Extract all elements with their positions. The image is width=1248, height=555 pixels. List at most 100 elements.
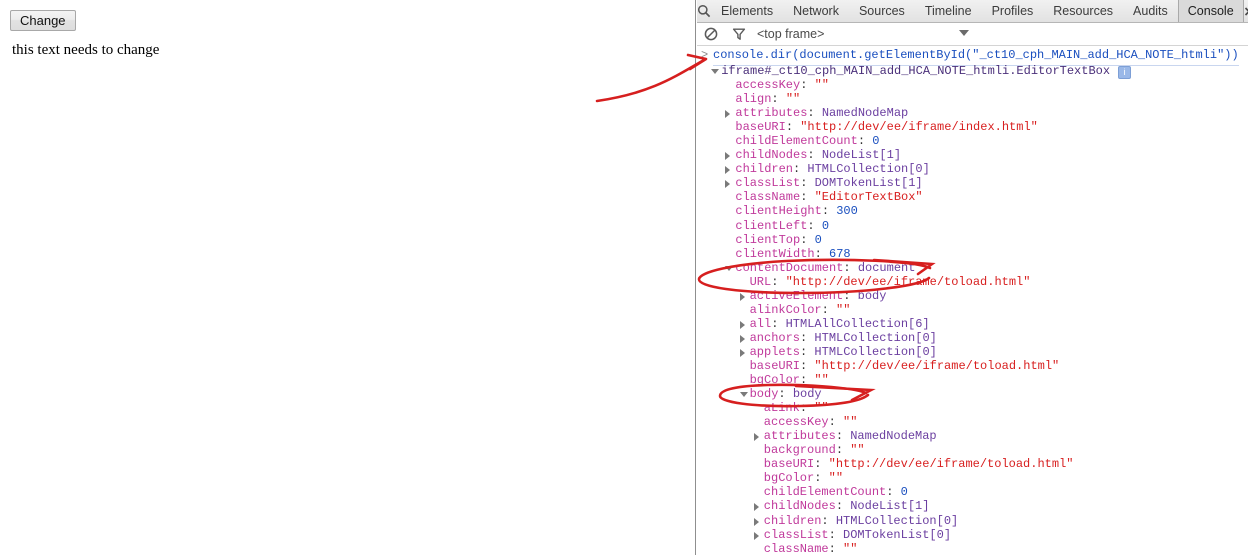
devtools-filterbar: <top frame> [697,23,1248,46]
search-icon[interactable] [697,0,711,22]
tab-resources[interactable]: Resources [1043,0,1123,22]
console-property-row[interactable]: childNodeschildNodes: NodeList[1] [697,148,1248,162]
property-value: alinkColor: "" [821,302,851,317]
disclosure-triangle-closed-icon[interactable] [753,433,759,442]
console-property-row[interactable]: clientTopclientTop: 0 [697,233,1248,247]
console-property-row[interactable]: contentDocumentcontentDocument: document [697,261,1248,275]
property-value: className: "" [828,541,858,555]
property-name: iframe#_ct10_cph_MAIN_add_HCA_NOTE_htmli… [721,64,1111,78]
console-property-row[interactable]: bgColorbgColor: "" [697,373,1248,387]
property-value: applets: HTMLCollection[0] [800,344,937,359]
disclosure-triangle-closed-icon[interactable] [725,180,731,189]
console-property-row[interactable]: alinkColoralinkColor: "" [697,303,1248,317]
property-value: accessKey: "" [800,78,830,93]
property-value: aLink: "" [799,401,829,416]
console-property-row[interactable]: baseURIbaseURI: "http://dev/ee/iframe/in… [697,120,1248,134]
page-body-text: this text needs to change [12,42,160,58]
console-property-row[interactable]: clientLeftclientLeft: 0 [697,219,1248,233]
console-property-row[interactable]: URLURL: "http://dev/ee/iframe/toload.htm… [697,275,1248,289]
console-property-row[interactable]: appletsapplets: HTMLCollection[0] [697,345,1248,359]
console-command-row[interactable]: > console.dir(document.getElementById("_c… [697,47,1248,66]
property-value: baseURI: "http://dev/ee/iframe/toload.ht… [814,457,1074,472]
frame-selector[interactable]: <top frame> [757,27,824,41]
console-property-row[interactable]: allall: HTMLAllCollection[6] [697,317,1248,331]
tab-timeline[interactable]: Timeline [915,0,982,22]
console-property-row[interactable]: childrenchildren: HTMLCollection[0] [697,162,1248,176]
tab-sources[interactable]: Sources [849,0,915,22]
tab-console[interactable]: Console [1177,0,1244,22]
console-property-row[interactable]: classNameclassName: "" [697,542,1248,555]
property-value: childNodes: NodeList[1] [807,148,902,163]
property-value: contentDocument: document [843,260,916,275]
disclosure-triangle-open-icon[interactable] [711,69,720,74]
disclosure-triangle-closed-icon[interactable] [753,503,759,512]
property-value: all: HTMLAllCollection[6] [771,316,930,331]
disclosure-triangle-closed-icon[interactable] [753,517,759,526]
property-value: attributes: NamedNodeMap [835,429,937,444]
console-drawer-icon[interactable] [1244,0,1248,22]
property-value: classList: DOMTokenList[0] [828,527,952,542]
console-property-row[interactable]: accessKeyaccessKey: "" [697,415,1248,429]
change-button[interactable]: Change [10,10,76,31]
tab-audits[interactable]: Audits [1123,0,1178,22]
property-value: accessKey: "" [828,415,858,430]
console-property-row[interactable]: childrenchildren: HTMLCollection[0] [697,514,1248,528]
console-property-row[interactable]: iframe#_ct10_cph_MAIN_add_HCA_NOTE_htmli… [697,64,1248,79]
console-property-row[interactable]: anchorsanchors: HTMLCollection[0] [697,331,1248,345]
property-value: className: "EditorTextBox" [800,190,923,205]
property-value: children: HTMLCollection[0] [793,162,930,177]
property-value: classList: DOMTokenList[1] [800,176,923,191]
console-property-row[interactable]: attributesattributes: NamedNodeMap [697,106,1248,120]
devtools-tabs: Elements Network Sources Timeline Profiles Re… [711,0,1244,22]
console-property-row[interactable]: accessKeyaccessKey: "" [697,78,1248,92]
console-log[interactable]: > console.dir(document.getElementById("_c… [697,47,1248,555]
property-value: baseURI: "http://dev/ee/iframe/toload.ht… [800,358,1060,373]
disclosure-triangle-closed-icon[interactable] [739,334,745,343]
console-property-row[interactable]: clientHeightclientHeight: 300 [697,204,1248,218]
disclosure-triangle-closed-icon[interactable] [725,152,731,161]
chevron-down-icon[interactable] [959,30,969,36]
disclosure-triangle-closed-icon[interactable] [753,531,759,540]
web-page-pane: Change this text needs to change [0,0,696,555]
console-property-row[interactable]: baseURIbaseURI: "http://dev/ee/iframe/to… [697,457,1248,471]
console-property-row[interactable]: classListclassList: DOMTokenList[0] [697,528,1248,542]
disclosure-triangle-closed-icon[interactable] [739,292,745,301]
info-badge-icon[interactable]: i [1118,66,1132,79]
property-value: baseURI: "http://dev/ee/iframe/index.htm… [785,120,1038,135]
disclosure-triangle-closed-icon[interactable] [725,166,731,175]
disclosure-triangle-open-icon[interactable] [725,265,734,271]
console-property-row[interactable]: childElementCountchildElementCount: 0 [697,134,1248,148]
console-property-row[interactable]: attributesattributes: NamedNodeMap [697,429,1248,443]
clear-console-icon[interactable] [697,27,725,41]
property-value: clientTop: 0 [800,232,822,247]
property-value: attributes: NamedNodeMap [807,106,909,121]
devtools-tabbar: Elements Network Sources Timeline Profiles Re… [697,0,1248,23]
property-value: body: body [778,387,822,402]
devtools-panel: Elements Network Sources Timeline Profiles Re… [697,0,1248,555]
console-property-row[interactable]: aLinkaLink: "" [697,401,1248,415]
property-value: anchors: HTMLCollection[0] [800,330,937,345]
console-property-row[interactable]: bodybody: body [697,387,1248,401]
console-property-row[interactable]: backgroundbackground: "" [697,443,1248,457]
property-value: background: "" [835,443,865,458]
console-property-row[interactable]: clientWidthclientWidth: 678 [697,247,1248,261]
property-value: clientLeft: 0 [807,218,830,233]
console-property-row[interactable]: childNodeschildNodes: NodeList[1] [697,499,1248,513]
console-property-row[interactable]: classNameclassName: "EditorTextBox" [697,190,1248,204]
filter-funnel-icon[interactable] [725,27,753,41]
property-value: align: "" [771,92,801,107]
console-property-row[interactable]: baseURIbaseURI: "http://dev/ee/iframe/to… [697,359,1248,373]
console-property-row[interactable]: classListclassList: DOMTokenList[1] [697,176,1248,190]
disclosure-triangle-closed-icon[interactable] [725,110,731,119]
property-value: activeElement: body [843,288,887,303]
disclosure-triangle-closed-icon[interactable] [739,348,745,357]
console-property-row[interactable]: activeElementactiveElement: body [697,289,1248,303]
console-property-row[interactable]: bgColorbgColor: "" [697,471,1248,485]
console-property-row[interactable]: alignalign: "" [697,92,1248,106]
disclosure-triangle-open-icon[interactable] [739,392,748,398]
disclosure-triangle-closed-icon[interactable] [739,320,745,329]
tab-elements[interactable]: Elements [711,0,783,22]
console-property-row[interactable]: childElementCountchildElementCount: 0 [697,485,1248,499]
tab-profiles[interactable]: Profiles [982,0,1044,22]
tab-network[interactable]: Network [783,0,849,22]
